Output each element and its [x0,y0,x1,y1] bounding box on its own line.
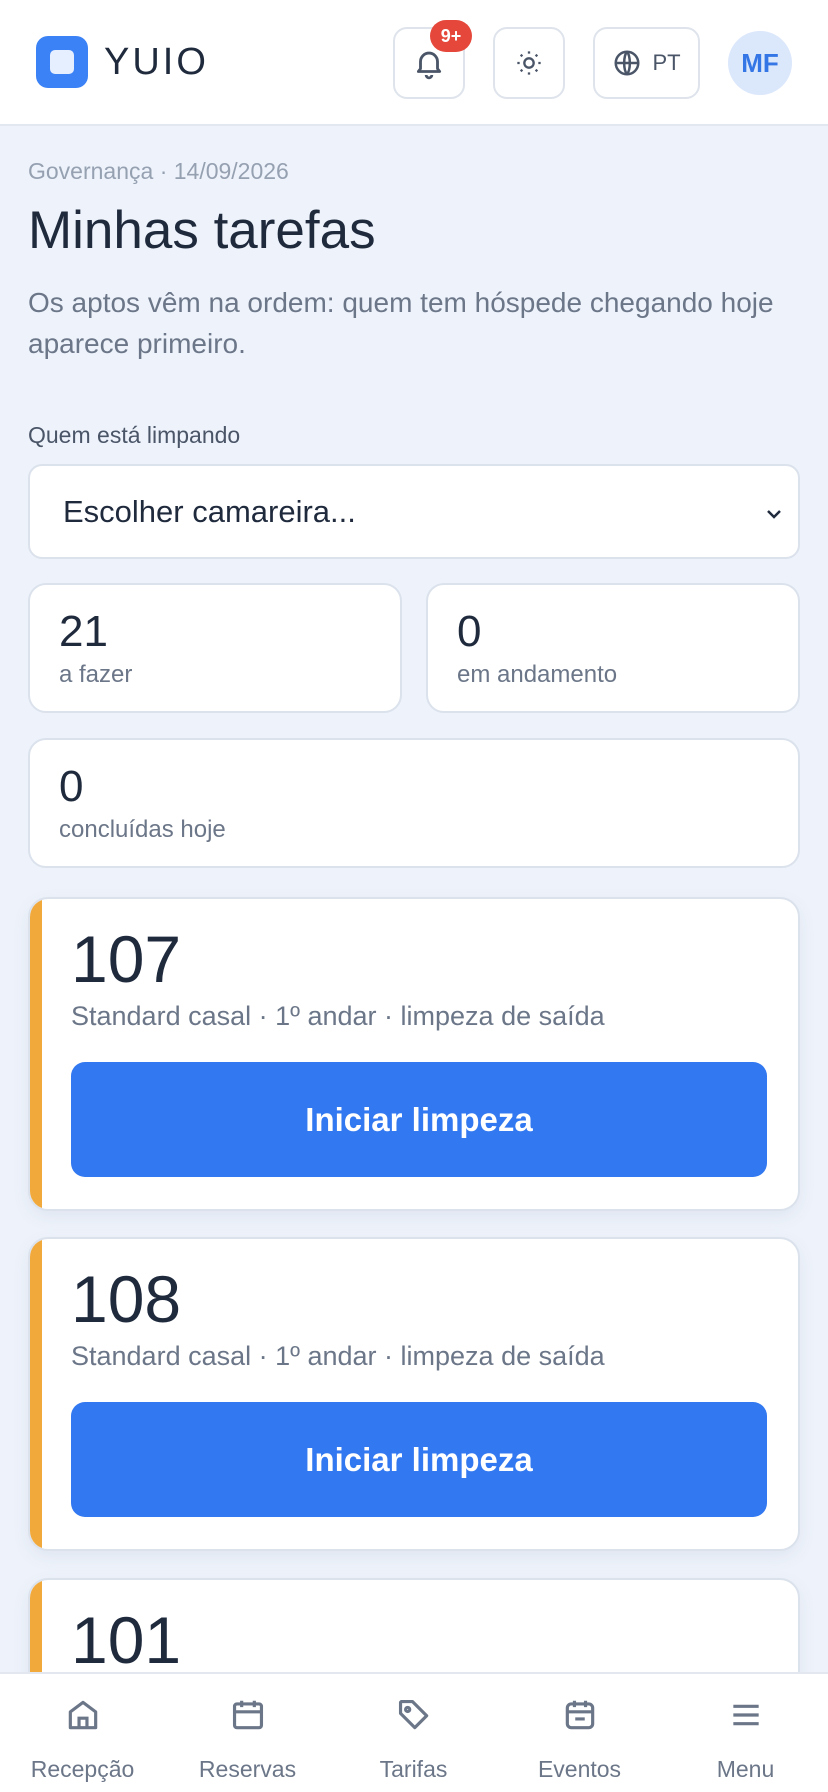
task-card: 108 Standard casal · 1º andar · limpeza … [28,1237,800,1551]
stat-value: 0 [59,762,84,811]
calendar-icon [232,1700,264,1730]
nav-label: Recepção [30,1756,135,1782]
chevron-down-icon [767,510,781,519]
task-card: 107 Standard casal · 1º andar · limpeza … [28,897,800,1211]
nav-label: Eventos [537,1756,622,1782]
nav-item-menu[interactable]: Menu [663,1674,828,1792]
top-header: YUIO 9+ PT MF [0,0,828,126]
theme-toggle-button[interactable] [493,27,565,99]
room-number: 107 [71,922,182,996]
housekeeper-select-value: Escolher camareira... [63,493,356,529]
page-title: Minhas tarefas [28,201,376,260]
logo-mark-icon [36,36,88,88]
tag-icon [398,1699,429,1730]
menu-icon [733,1704,759,1726]
language-button[interactable]: PT [593,27,700,99]
stat-label: em andamento [457,661,618,688]
nav-label: Menu [716,1756,775,1782]
housekeeper-label: Quem está limpando [28,422,241,448]
stat-value: 21 [59,607,108,656]
nav-item-reception[interactable]: Recepção [0,1674,165,1792]
status-bar [30,899,42,1209]
avatar[interactable]: MF [728,31,792,95]
stat-completed-today: 0 concluídas hoje [28,738,800,868]
breadcrumb: Governança · 14/09/2026 [28,158,289,184]
bottom-nav: Recepção Reservas Tarifas Eventos Menu [0,1672,828,1792]
room-number: 101 [71,1603,182,1677]
event-calendar-icon [565,1700,595,1730]
start-cleaning-button[interactable]: Iniciar limpeza [71,1062,767,1177]
globe-icon [614,50,640,76]
home-icon [68,1700,98,1730]
stat-label: a fazer [59,661,133,688]
brand-logo[interactable]: YUIO [36,36,209,88]
stat-value: 0 [457,607,482,656]
page-subtitle: Os aptos vêm na ordem: quem tem hóspede … [28,287,774,359]
stat-label: concluídas hoje [59,816,226,843]
room-description: Standard casal · 1º andar · limpeza de s… [71,1341,605,1371]
stat-in-progress: 0 em andamento [426,583,800,713]
status-bar [30,1239,42,1549]
room-number: 108 [71,1262,182,1336]
stat-to-do: 21 a fazer [28,583,402,713]
brand-name: YUIO [104,40,209,83]
nav-label: Reservas [198,1756,297,1782]
language-code: PT [652,50,681,75]
nav-label: Tarifas [379,1756,448,1782]
room-description: Standard casal · 1º andar · limpeza de s… [71,1001,605,1031]
nav-item-rates[interactable]: Tarifas [331,1674,496,1792]
notifications-badge: 9+ [430,20,472,52]
housekeeper-select[interactable]: Escolher camareira... [28,464,800,559]
nav-item-events[interactable]: Eventos [497,1674,662,1792]
nav-item-reservations[interactable]: Reservas [165,1674,330,1792]
start-cleaning-button[interactable]: Iniciar limpeza [71,1402,767,1517]
sun-icon [517,51,541,75]
